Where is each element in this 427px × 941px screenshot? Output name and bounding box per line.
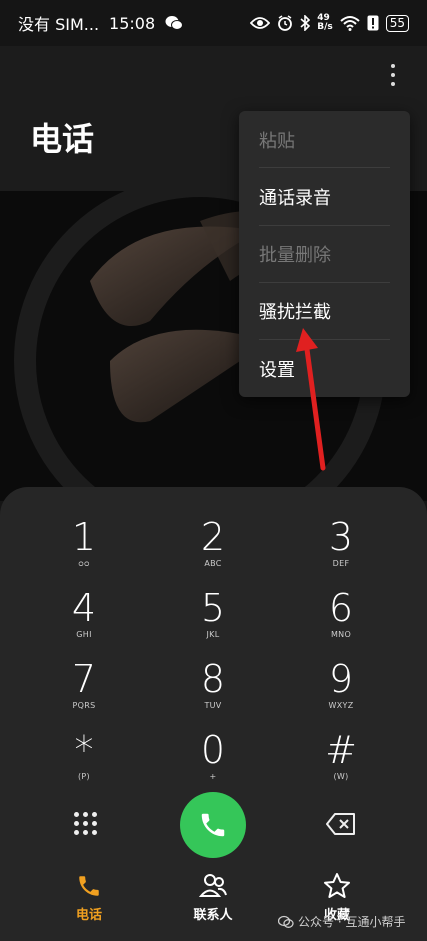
key-letters: ABC (204, 559, 222, 568)
voicemail-icon: ᴑᴑ (78, 559, 90, 568)
key-digit: 4 (71, 586, 97, 630)
nav-tab-contacts[interactable]: 联系人 (168, 871, 258, 923)
menu-item-call-recording[interactable]: 通话录音 (239, 168, 410, 225)
backspace-icon[interactable] (326, 813, 356, 835)
key-digit: 3 (328, 515, 354, 559)
key-0[interactable]: 0 + (158, 730, 268, 796)
key-5[interactable]: 5 JKL (158, 588, 268, 654)
dialpad-dot-icon (91, 829, 97, 835)
key-star[interactable]: * (P) (29, 730, 139, 796)
dialpad-toggle-icon[interactable] (70, 808, 100, 838)
menu-item-paste[interactable]: 粘贴 (239, 111, 410, 168)
key-digit: 2 (200, 515, 226, 559)
more-dot-icon (391, 73, 395, 77)
more-dot-icon (391, 64, 395, 68)
phone-icon (79, 876, 99, 896)
status-bar: 没有 SIM... 15:08 49 B/s 55 (0, 0, 427, 46)
key-letters: (W) (333, 772, 349, 781)
watermark-text: 公众号 · 互通小帮手 (298, 915, 406, 929)
key-letters: + (209, 772, 217, 781)
key-digit: 1 (71, 515, 97, 559)
dialpad-dot-icon (73, 820, 79, 826)
key-letters: DEF (332, 559, 350, 568)
key-hash[interactable]: # (W) (286, 730, 396, 796)
key-7[interactable]: 7 PQRS (29, 659, 139, 725)
key-digit: 5 (200, 586, 226, 630)
key-4[interactable]: 4 GHI (29, 588, 139, 654)
menu-item-batch-delete[interactable]: 批量删除 (239, 225, 410, 282)
key-1[interactable]: 1 ᴑᴑ (29, 517, 139, 583)
key-9[interactable]: 9 WXYZ (286, 659, 396, 725)
more-dot-icon (391, 82, 395, 86)
watermark: 公众号 · 互通小帮手 (278, 913, 405, 930)
dialpad-dot-icon (91, 820, 97, 826)
key-digit: * (74, 728, 94, 772)
key-2[interactable]: 2 ABC (158, 517, 268, 583)
menu-item-settings[interactable]: 设置 (239, 340, 410, 397)
key-3[interactable]: 3 DEF (286, 517, 396, 583)
nav-label: 电话 (75, 908, 102, 923)
dialpad-dot-icon (82, 829, 88, 835)
contacts-icon (198, 874, 227, 897)
net-speed: 49 B/s (317, 14, 333, 32)
key-letters: GHI (76, 630, 92, 639)
carrier-text: 没有 SIM... (18, 15, 100, 34)
key-digit: 9 (328, 657, 354, 701)
net-speed-unit: B/s (317, 22, 333, 32)
key-digit: 6 (328, 586, 354, 630)
dialpad-dot-icon (73, 829, 79, 835)
status-time: 15:08 (109, 13, 156, 33)
key-digit: 7 (71, 657, 97, 701)
dialpad-dot-icon (73, 811, 79, 817)
status-left: 没有 SIM... 15:08 (18, 11, 184, 35)
eye-icon (250, 17, 271, 29)
key-letters: PQRS (72, 701, 96, 710)
page-title: 电话 (30, 120, 95, 158)
status-right: 49 B/s 55 (250, 14, 409, 32)
overflow-menu: 粘贴 通话录音 批量删除 骚扰拦截 设置 (239, 111, 410, 397)
key-letters: TUV (204, 701, 222, 710)
key-digit: 0 (200, 728, 226, 772)
key-6[interactable]: 6 MNO (286, 588, 396, 654)
key-letters: MNO (330, 630, 352, 639)
key-letters: JKL (206, 630, 220, 639)
key-letters: WXYZ (328, 701, 354, 710)
battery-indicator: 55 (385, 14, 409, 32)
bluetooth-icon (300, 15, 311, 31)
key-letters: (P) (78, 772, 90, 781)
star-icon (324, 873, 350, 898)
nav-tab-phone[interactable]: 电话 (44, 871, 134, 923)
more-options-button[interactable] (381, 60, 405, 90)
key-8[interactable]: 8 TUV (158, 659, 268, 725)
key-digit: 8 (200, 657, 226, 701)
alarm-icon (278, 15, 293, 31)
menu-item-harassment-block[interactable]: 骚扰拦截 (239, 282, 410, 339)
dialer-keypad-panel: 1 ᴑᴑ 2 ABC 3 DEF 4 GHI 5 JKL 6 MNO 7 PQR… (0, 487, 427, 941)
phone-icon (201, 813, 225, 837)
wechat-icon (165, 16, 184, 30)
nav-label: 联系人 (193, 908, 233, 923)
dialpad-dot-icon (82, 811, 88, 817)
key-digit: # (325, 728, 357, 772)
alert-icon (367, 15, 379, 31)
dialpad-dot-icon (82, 820, 88, 826)
call-button[interactable] (180, 792, 246, 858)
dialpad-dot-icon (91, 811, 97, 817)
wifi-icon (340, 16, 360, 31)
wechat-official-icon (278, 915, 294, 928)
